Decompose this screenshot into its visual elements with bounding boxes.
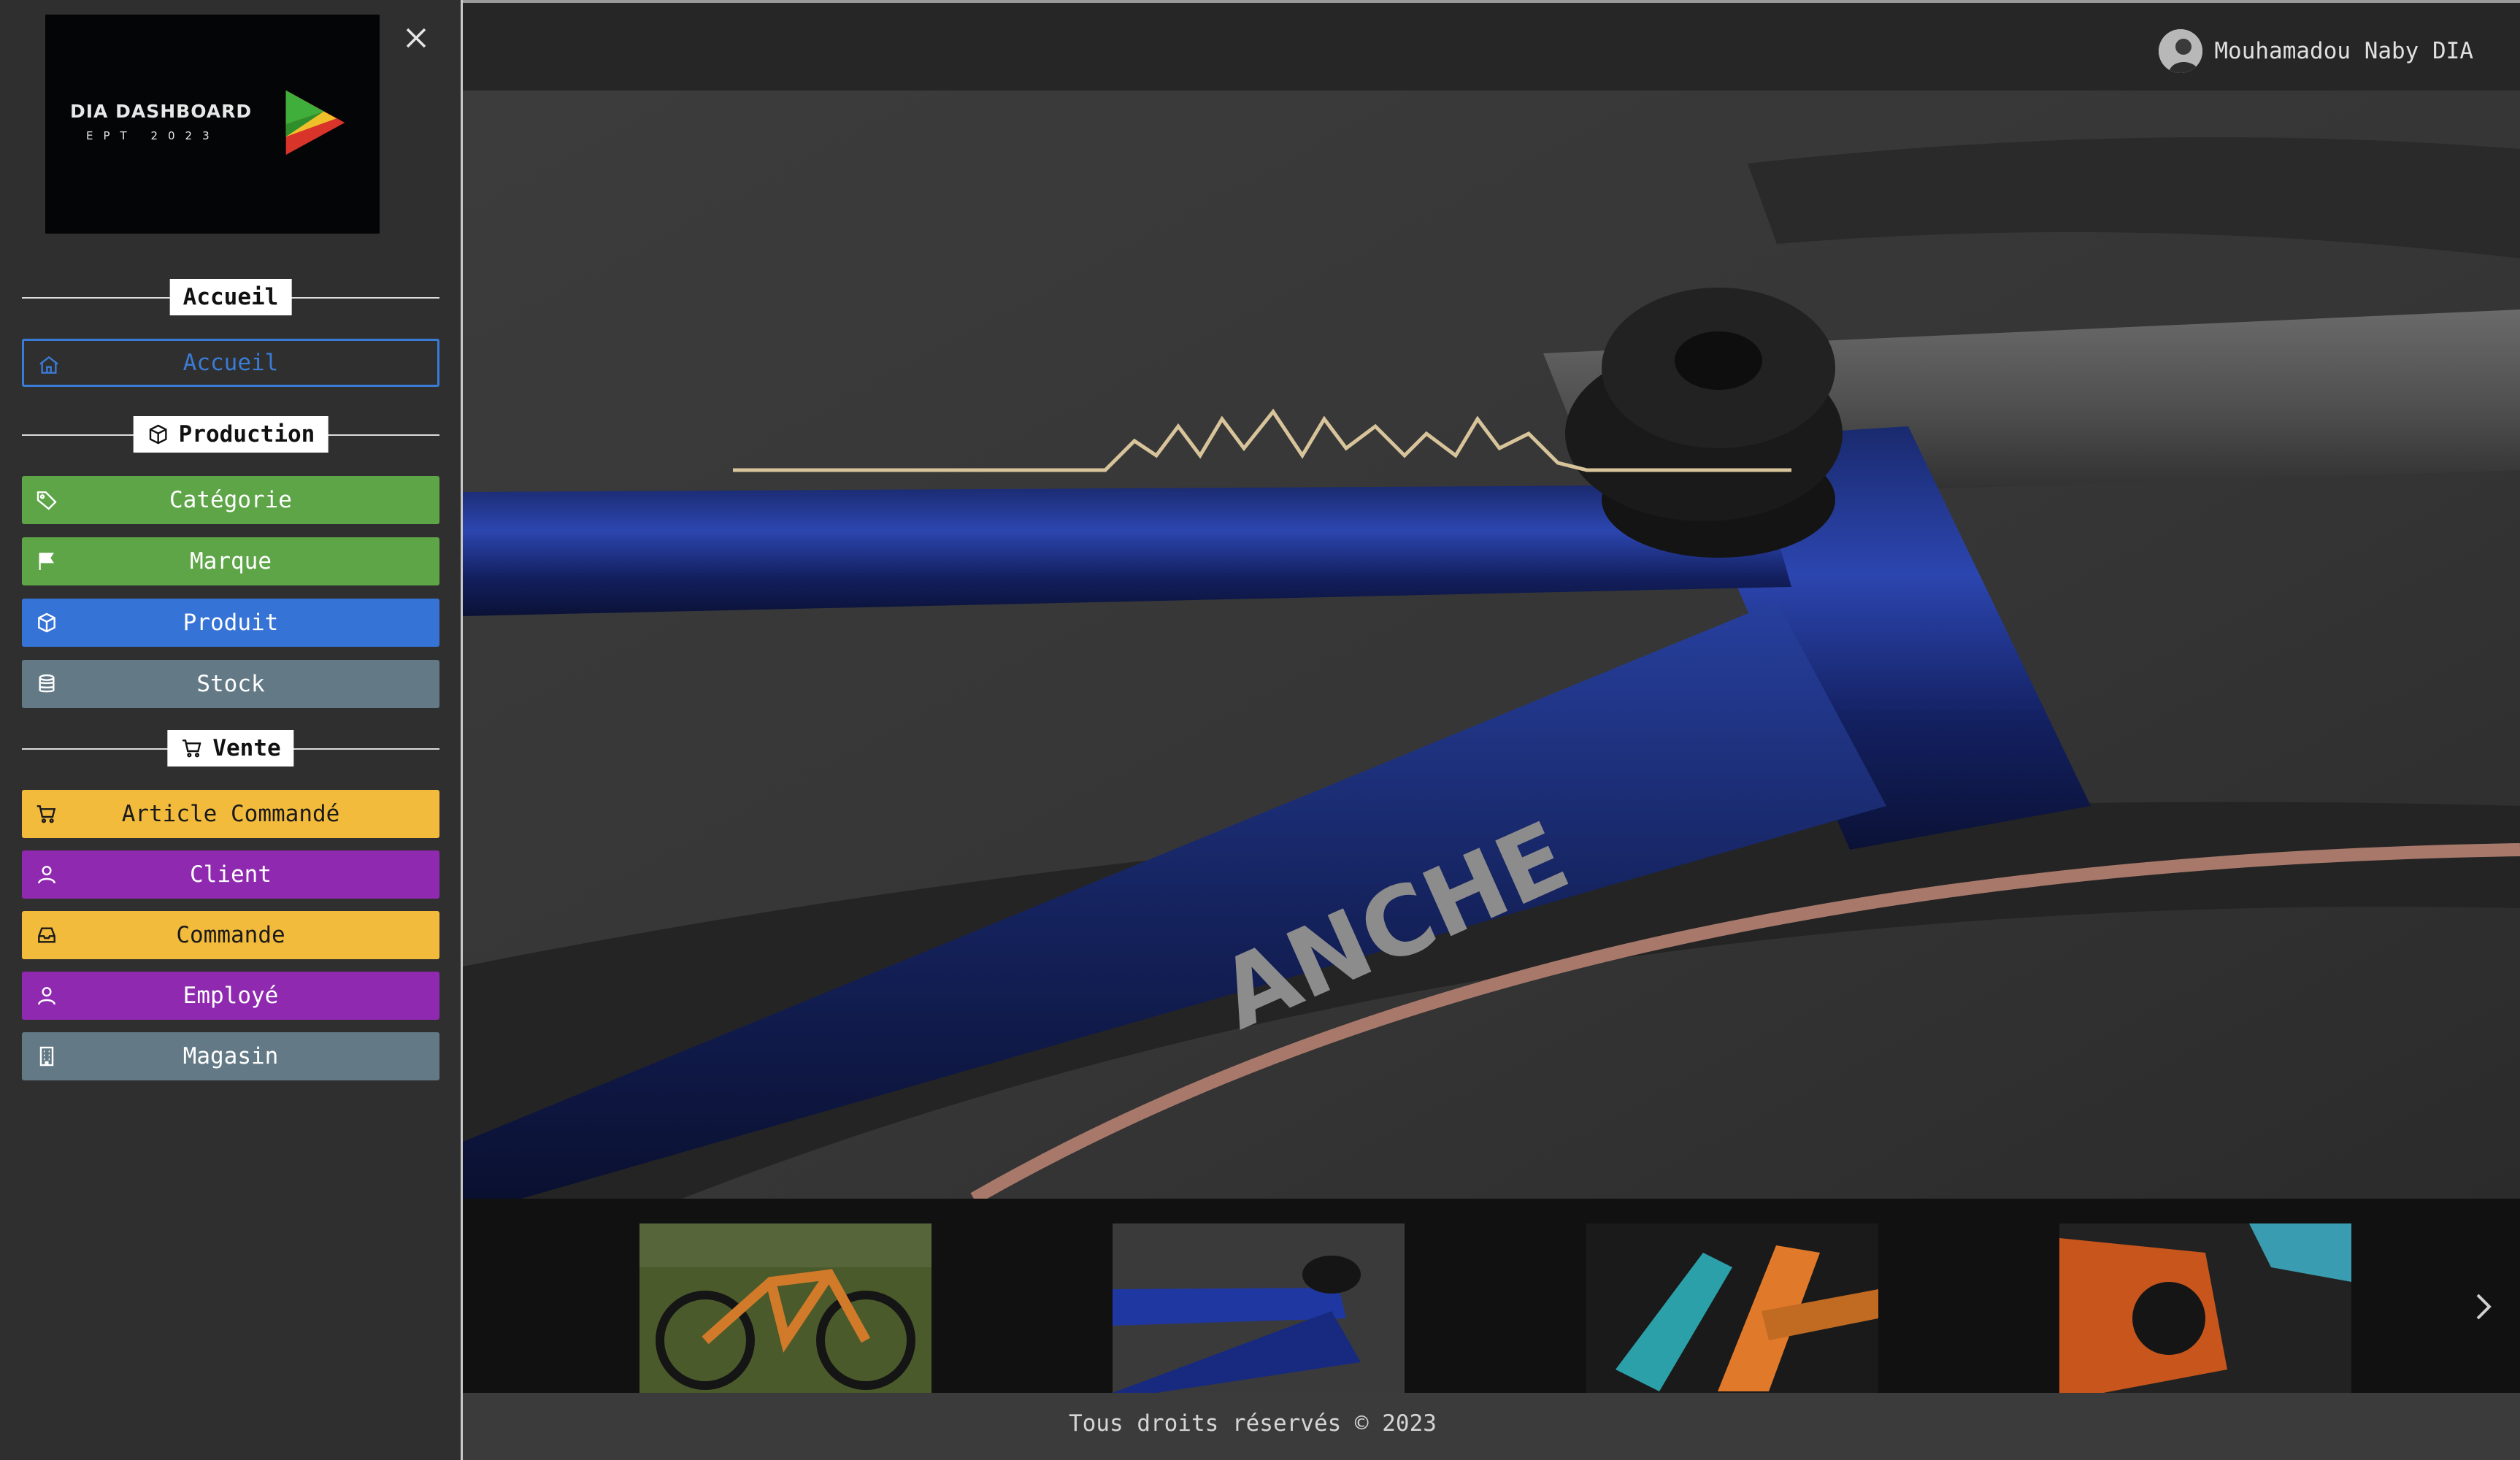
section-title-accueil: Accueil [169,279,292,315]
user-icon [38,866,55,884]
box-icon [149,424,167,445]
section-vente-label: Vente [212,735,281,761]
chevron-right-icon[interactable] [2469,1285,2498,1329]
carousel-main-image: ANCHE [463,91,2520,1199]
sidebar-item-employe-label: Employé [183,983,279,1009]
logo-subtitle: EPT 2023 [86,129,220,142]
carousel-thumbnails [463,1199,2520,1393]
sidebar-item-accueil-label: Accueil [183,350,279,376]
user-icon [38,987,55,1005]
section-title-production: Production [133,416,329,453]
sidebar-item-categorie[interactable]: Catégorie [22,476,439,524]
user-name: Mouhamadou Naby DIA [2214,38,2473,64]
avatar [2159,29,2203,73]
section-accueil: Accueil [22,279,439,315]
inbox-icon [38,927,55,943]
logo-title: DIA DASHBOARD [70,101,253,122]
section-vente: Vente [22,730,439,766]
cart-icon [183,739,201,758]
flag-icon [39,553,54,570]
sidebar-item-article-commande[interactable]: Article Commandé [22,790,439,838]
sidebar-item-categorie-label: Catégorie [169,487,292,513]
dashboard-logo[interactable]: DIA DASHBOARD EPT 2023 [45,15,380,234]
section-accueil-label: Accueil [183,284,279,310]
database-icon [39,674,55,693]
sidebar-item-produit-label: Produit [183,610,279,636]
sidebar-item-produit[interactable]: Produit [22,599,439,647]
play-logo-icon [285,90,345,155]
tag-icon [37,491,57,510]
sidebar-item-marque[interactable]: Marque [22,537,439,585]
main-content: Mouhamadou Naby DIA ANCHE Tous droits ré… [463,0,2520,1460]
sidebar-item-stock-label: Stock [196,671,265,697]
user-menu[interactable]: Mouhamadou Naby DIA [2159,29,2473,73]
logo-text: DIA DASHBOARD EPT 2023 [70,101,252,142]
thumbnail-image-2 [1113,1223,1405,1393]
close-icon[interactable] [400,22,432,54]
footer-copyright: Tous droits réservés © 2023 [1069,1410,1437,1437]
sidebar-item-commande-label: Commande [176,922,285,948]
sidebar-item-commande[interactable]: Commande [22,911,439,959]
carousel-thumbnail[interactable] [639,1223,931,1393]
top-bar: Mouhamadou Naby DIA [463,0,2520,91]
thumbnail-image-3 [1586,1223,1878,1393]
home-icon [39,356,58,374]
thumbnail-image-1 [639,1223,931,1393]
avatar-image [2159,29,2203,73]
carousel-thumbnail[interactable] [2059,1223,2351,1393]
sidebar-item-marque-label: Marque [190,548,272,575]
sidebar-item-client[interactable]: Client [22,850,439,899]
sidebar-item-accueil[interactable]: Accueil [22,339,439,387]
sidebar-item-client-label: Client [190,861,272,888]
sidebar: DIA DASHBOARD EPT 2023 Accueil Accueil P… [0,0,463,1460]
sidebar-item-stock[interactable]: Stock [22,660,439,708]
cart-icon [37,805,56,823]
footer: Tous droits réservés © 2023 [463,1393,2520,1460]
sidebar-item-employe[interactable]: Employé [22,972,439,1020]
box-icon [38,612,55,633]
section-title-vente: Vente [167,730,294,766]
sidebar-item-article-commande-label: Article Commandé [121,801,340,827]
carousel-thumbnail[interactable] [1113,1223,1405,1393]
section-production: Production [22,416,439,453]
section-production-label: Production [178,421,315,447]
sidebar-item-magasin-label: Magasin [183,1043,279,1069]
bike-frame-image: ANCHE [463,91,2520,1199]
thumbnail-image-4 [2059,1223,2351,1393]
sidebar-item-magasin[interactable]: Magasin [22,1032,439,1080]
building-icon [39,1046,54,1067]
carousel-thumbnail[interactable] [1586,1223,1878,1393]
